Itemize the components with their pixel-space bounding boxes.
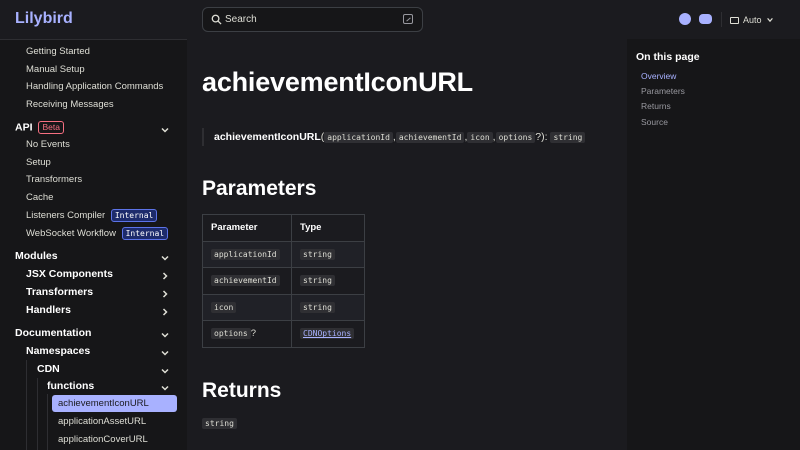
main-content: achievementIconURL achievementIconURL(ap… xyxy=(187,39,627,450)
param-type: string xyxy=(300,301,335,313)
sidebar-item-application-cover-url[interactable]: applicationCoverURL xyxy=(58,434,148,445)
param-name: achievementId xyxy=(211,275,280,287)
page-title: achievementIconURL xyxy=(202,67,473,97)
column-header-type: Type xyxy=(291,214,365,242)
sidebar-item-getting-started[interactable]: Getting Started xyxy=(26,46,90,57)
search-icon xyxy=(211,14,222,25)
sidebar-group-cdn[interactable]: CDN xyxy=(37,363,60,375)
on-this-page-title: On this page xyxy=(636,51,700,63)
cdn-options-link[interactable]: CDNOptions xyxy=(300,328,355,340)
parameters-table: Parameter Type applicationId string achi… xyxy=(202,214,365,348)
sidebar-item-no-events[interactable]: No Events xyxy=(26,139,70,150)
type-cell: CDNOptions xyxy=(291,320,365,348)
tree-guide-line xyxy=(26,360,27,450)
on-this-page: On this page Overview Parameters Returns… xyxy=(627,39,800,450)
chevron-down-icon[interactable] xyxy=(160,122,170,133)
chevron-down-icon xyxy=(766,18,773,23)
sidebar-group-namespaces[interactable]: Namespaces xyxy=(26,345,90,357)
toc-source[interactable]: Source xyxy=(641,117,668,127)
sidebar-group-handlers[interactable]: Handlers xyxy=(26,304,71,316)
sidebar-item-receiving-messages[interactable]: Receiving Messages xyxy=(26,99,114,110)
param-type: string xyxy=(300,248,335,260)
column-header-parameter: Parameter xyxy=(202,214,292,242)
sidebar-section-modules[interactable]: Modules xyxy=(15,250,58,262)
returns-heading: Returns xyxy=(202,379,282,402)
chevron-down-icon[interactable] xyxy=(160,380,170,391)
internal-badge: Internal xyxy=(110,209,158,222)
search-button[interactable]: Search xyxy=(202,7,423,32)
sidebar-item-websocket-workflow[interactable]: WebSocket Workflow Internal xyxy=(26,227,169,240)
sidebar-item-manual-setup[interactable]: Manual Setup xyxy=(26,64,85,75)
sidebar-item-handling-commands[interactable]: Handling Application Commands xyxy=(26,81,163,92)
function-signature: achievementIconURL(applicationId, achiev… xyxy=(202,128,586,146)
chevron-down-icon[interactable] xyxy=(160,327,170,338)
sidebar-item-cache[interactable]: Cache xyxy=(26,192,53,203)
theme-label: Auto xyxy=(743,15,762,25)
site-logo[interactable]: Lilybird xyxy=(15,10,73,28)
websocket-workflow-label: WebSocket Workflow xyxy=(26,228,116,239)
type-cell: string xyxy=(291,293,365,321)
tree-guide-line xyxy=(37,378,38,450)
param-name: icon xyxy=(211,301,237,313)
param-name: options xyxy=(211,328,251,340)
top-nav: Lilybird Search Auto xyxy=(0,0,800,39)
table-row: options? CDNOptions xyxy=(202,320,365,348)
param-cell: options? xyxy=(202,320,292,348)
signature-param: icon xyxy=(467,131,493,143)
listeners-compiler-label: Listeners Compiler xyxy=(26,210,106,221)
sidebar-group-jsx-components[interactable]: JSX Components xyxy=(26,268,113,280)
signature-return-type: string xyxy=(550,131,586,143)
api-label: API xyxy=(15,121,33,134)
parameters-heading: Parameters xyxy=(202,177,317,200)
table-row: applicationId string xyxy=(202,240,365,268)
param-type: string xyxy=(300,275,335,287)
param-name: applicationId xyxy=(211,248,280,260)
beta-badge: Beta xyxy=(38,121,64,134)
monitor-icon xyxy=(730,16,739,24)
toc-overview[interactable]: Overview xyxy=(641,71,676,81)
github-icon[interactable] xyxy=(679,13,691,25)
chevron-right-icon[interactable] xyxy=(160,304,170,316)
chevron-down-icon[interactable] xyxy=(160,345,170,356)
param-cell: achievementId xyxy=(202,267,292,295)
sidebar-item-listeners-compiler[interactable]: Listeners Compiler Internal xyxy=(26,209,158,222)
sidebar-item-setup[interactable]: Setup xyxy=(26,157,51,168)
table-header-row: Parameter Type xyxy=(202,214,365,242)
optional-marker: ? xyxy=(250,328,257,340)
sidebar-group-transformers[interactable]: Transformers xyxy=(26,286,93,298)
sidebar-group-functions[interactable]: functions xyxy=(47,380,94,392)
signature-name: achievementIconURL xyxy=(214,131,321,143)
table-row: achievementId string xyxy=(202,267,365,295)
toc-returns[interactable]: Returns xyxy=(641,101,671,111)
toc-parameters[interactable]: Parameters xyxy=(641,86,685,96)
signature-param: achievementId xyxy=(395,131,465,143)
sidebar-section-api[interactable]: API Beta xyxy=(15,121,64,134)
internal-badge: Internal xyxy=(121,227,169,240)
signature-param: options xyxy=(495,131,536,143)
active-item-label: achievementIconURL xyxy=(58,398,149,409)
chevron-down-icon[interactable] xyxy=(160,250,170,261)
discord-icon[interactable] xyxy=(699,14,712,24)
keyboard-shortcut-icon xyxy=(403,14,413,24)
table-row: icon string xyxy=(202,293,365,321)
sidebar: Getting Started Manual Setup Handling Ap… xyxy=(0,39,187,450)
chevron-right-icon[interactable] xyxy=(160,286,170,298)
sidebar-item-application-asset-url[interactable]: applicationAssetURL xyxy=(58,416,146,427)
search-label: Search xyxy=(225,14,257,25)
type-cell: string xyxy=(291,240,365,268)
header-divider xyxy=(721,12,722,27)
tree-guide-line xyxy=(47,394,48,450)
theme-switcher[interactable]: Auto xyxy=(730,12,774,28)
param-cell: applicationId xyxy=(202,240,292,268)
return-type: string xyxy=(202,418,237,429)
param-cell: icon xyxy=(202,293,292,321)
chevron-right-icon[interactable] xyxy=(160,268,170,280)
chevron-down-icon[interactable] xyxy=(160,363,170,374)
signature-param: applicationId xyxy=(324,131,393,143)
sidebar-section-documentation[interactable]: Documentation xyxy=(15,327,91,339)
sidebar-item-achievement-icon-url[interactable]: achievementIconURL xyxy=(52,395,177,412)
sidebar-item-transformers[interactable]: Transformers xyxy=(26,174,82,185)
type-cell: string xyxy=(291,267,365,295)
